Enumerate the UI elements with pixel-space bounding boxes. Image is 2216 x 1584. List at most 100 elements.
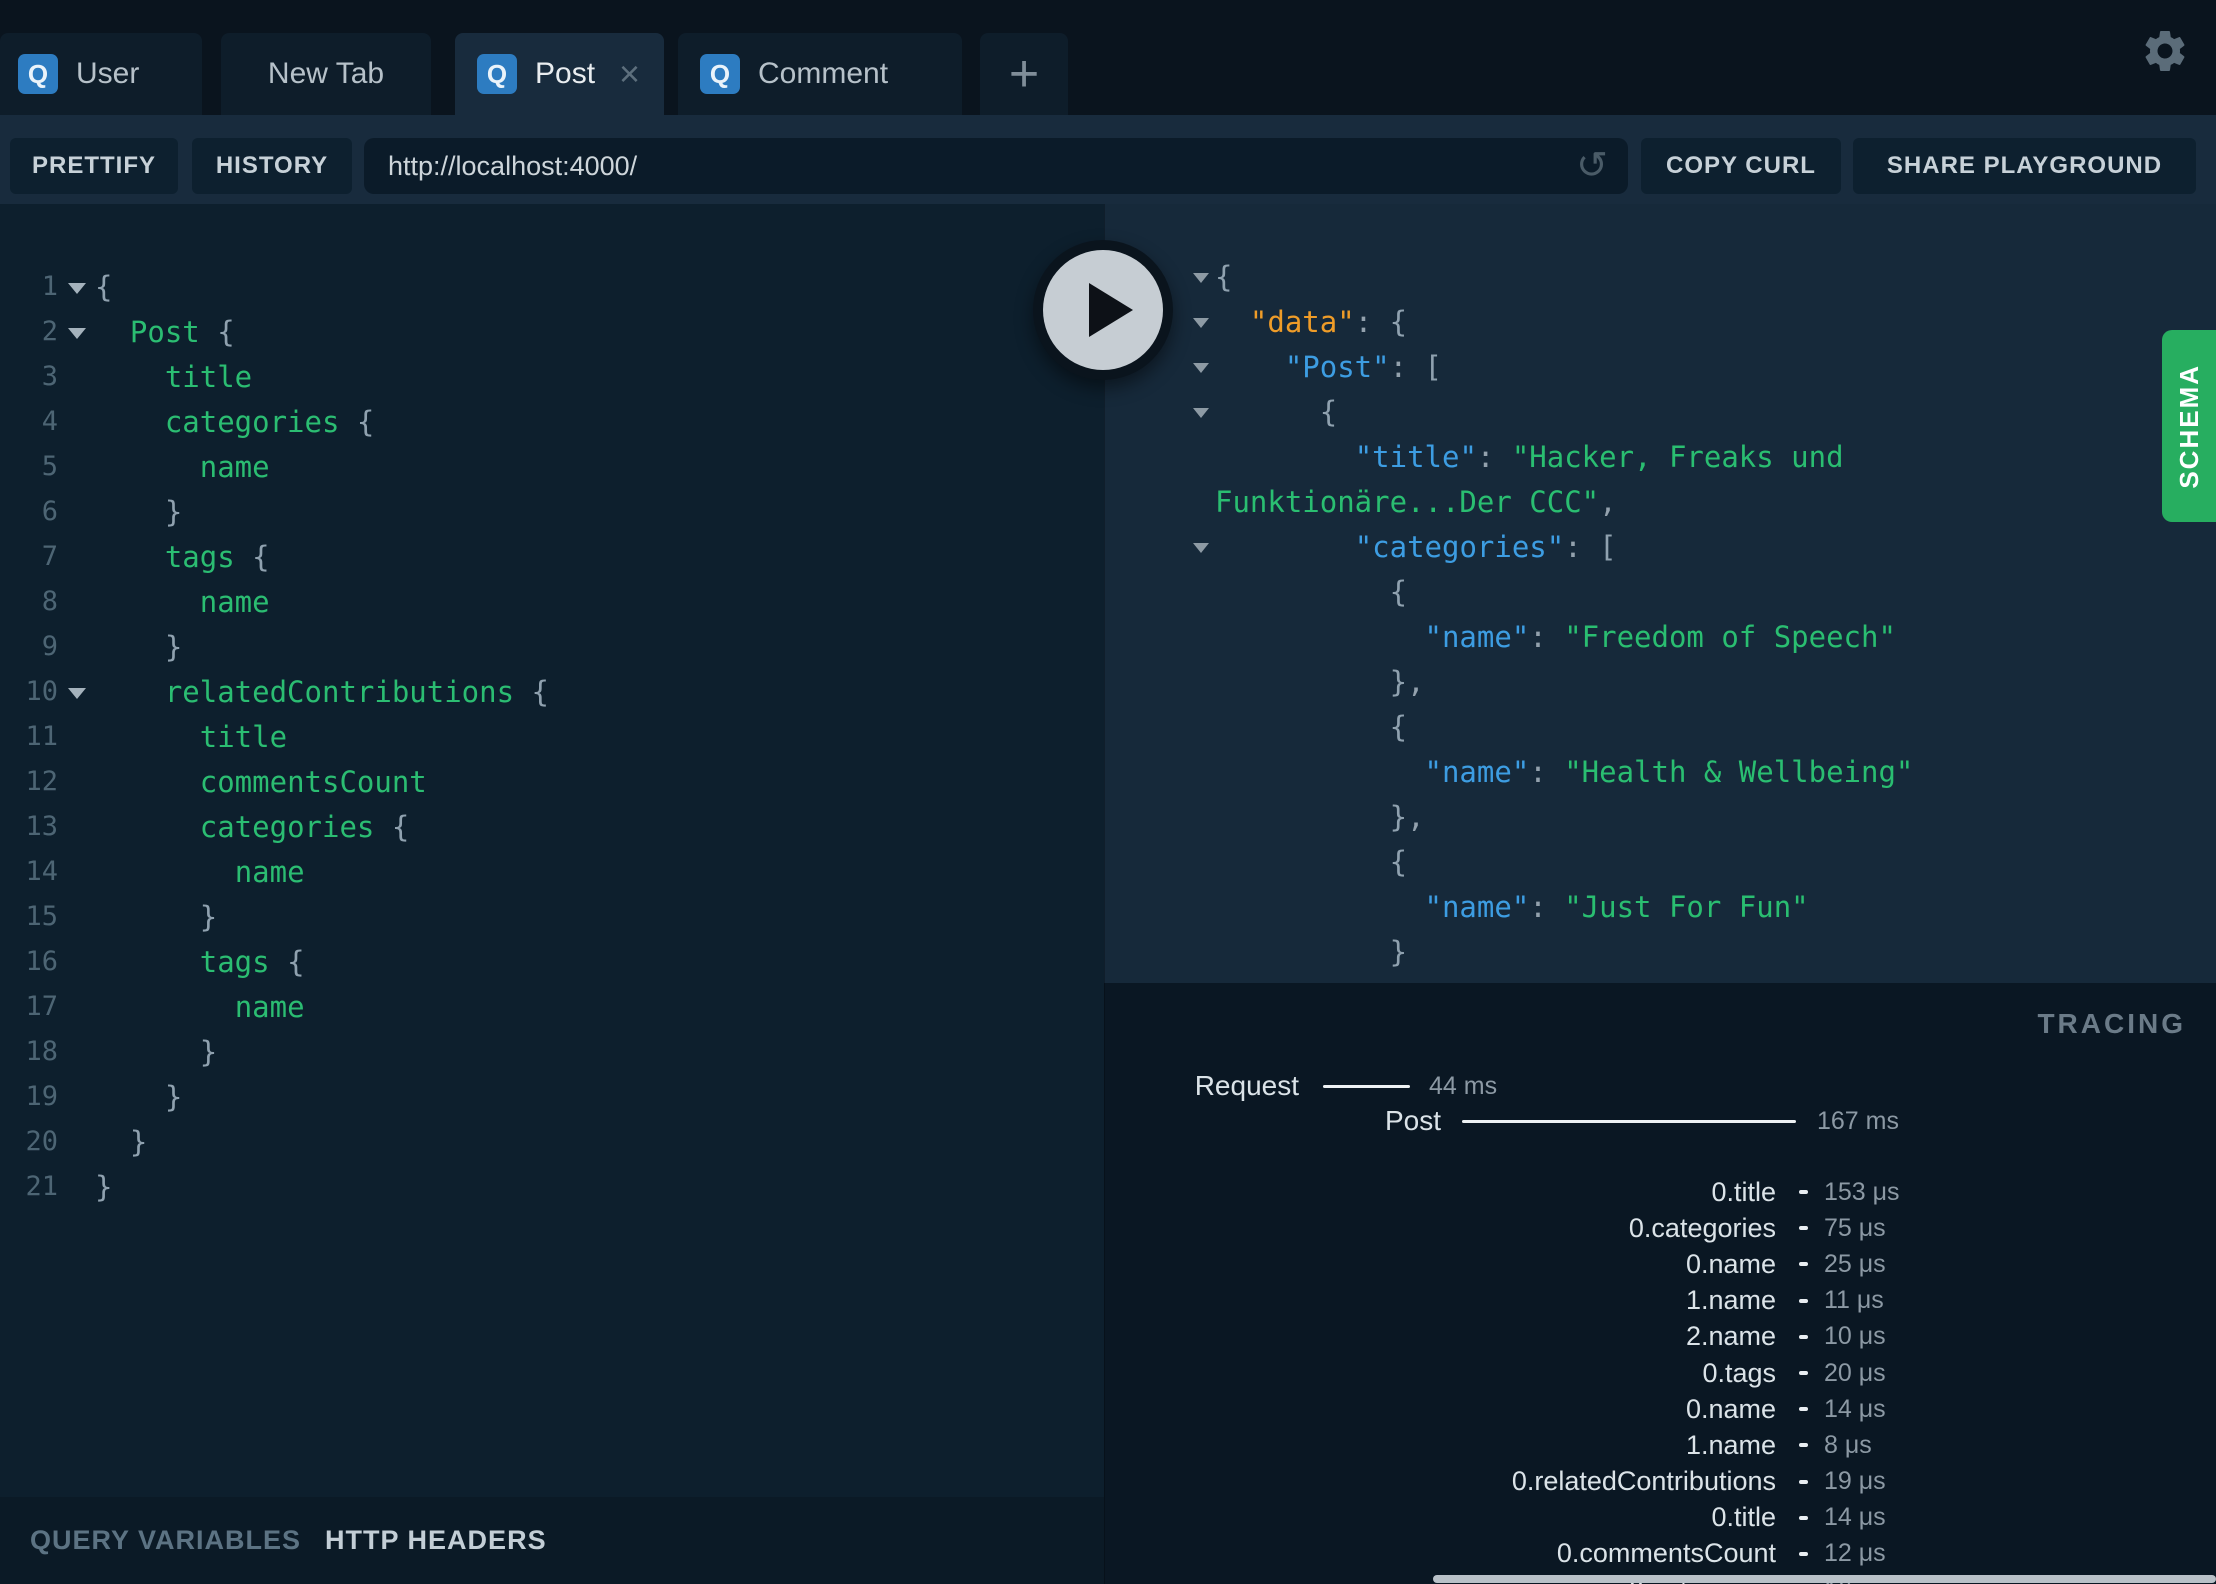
resolver-path: 0.categories: [1628, 1212, 1776, 1243]
editor-footer: QUERY VARIABLES HTTP HEADERS: [0, 1497, 1104, 1584]
code-text: relatedContributions {: [164, 674, 549, 709]
tab-comment[interactable]: Q Comment: [678, 33, 962, 115]
add-tab-button[interactable]: +: [980, 33, 1068, 115]
settings-gear-icon[interactable]: [2140, 26, 2190, 76]
line-number: 8: [41, 586, 58, 617]
query-editor[interactable]: 1{2 Post {3 title 4 categories {5 name 6 }…: [0, 204, 1104, 1497]
query-editor-lines: 1{2 Post {3 title 4 categories {5 name 6 }…: [0, 204, 1104, 1209]
editor-line: 18 }: [0, 1029, 1104, 1074]
fold-arrow-icon[interactable]: [67, 687, 86, 699]
line-number: 17: [25, 991, 58, 1022]
tracing-request-bar: [1323, 1085, 1410, 1088]
response-json-lines: { "data": { "Post": [ { "title": "Hacker…: [1105, 204, 2216, 983]
response-line: "data": {: [1105, 299, 2216, 344]
resolver-duration-bar: [1799, 1262, 1808, 1267]
tracing-resolver-row: 0.commentsCount 12 μs: [1105, 1536, 2216, 1572]
code-text: "Post": [: [1284, 349, 1442, 384]
editor-line: 14 name: [0, 849, 1104, 894]
fold-arrow-icon[interactable]: [1193, 543, 1209, 553]
code-text: commentsCount: [199, 764, 427, 799]
response-line: "categories": [: [1105, 524, 2216, 569]
tracing-resolver-row: 0.categories 75 μs: [1105, 1210, 2216, 1246]
share-playground-button[interactable]: SHARE PLAYGROUND: [1853, 138, 2196, 194]
code-text: name: [199, 584, 270, 619]
resolver-duration: 8 μs: [1824, 1430, 1872, 1459]
code-text: name: [199, 449, 270, 484]
line-number: 13: [25, 811, 58, 842]
tracing-resolver-row: 0.name 25 μs: [1105, 1246, 2216, 1282]
fold-arrow-icon[interactable]: [1193, 363, 1209, 373]
line-number: 9: [41, 631, 58, 662]
resolver-duration: 12 μs: [1824, 1539, 1886, 1568]
prettify-button[interactable]: PRETTIFY: [10, 138, 178, 194]
close-tab-icon[interactable]: ×: [619, 56, 640, 92]
code-text: "data": {: [1249, 304, 1408, 339]
editor-line: 5 name: [0, 444, 1104, 489]
line-number: 19: [25, 1081, 58, 1112]
line-number: 16: [25, 946, 58, 977]
code-text: {: [95, 269, 113, 304]
code-text: }: [1389, 934, 1408, 969]
query-badge-icon: Q: [18, 54, 58, 94]
toolbar: PRETTIFY HISTORY http://localhost:4000/ …: [0, 115, 2216, 204]
code-text: categories {: [164, 404, 375, 439]
tab-label: Post: [535, 57, 596, 90]
line-number: 2: [41, 316, 58, 347]
tab-post-active[interactable]: Q Post ×: [455, 33, 664, 115]
resolver-path: 1.name: [1685, 1285, 1776, 1316]
editor-line: 9 }: [0, 624, 1104, 669]
endpoint-url-input[interactable]: http://localhost:4000/ ↺: [364, 138, 1628, 194]
code-text: tags {: [164, 539, 270, 574]
resolver-duration: 11 μs: [1824, 1286, 1884, 1315]
editor-line: 13 categories {: [0, 804, 1104, 849]
query-variables-toggle[interactable]: QUERY VARIABLES: [30, 1525, 301, 1556]
resolver-duration: 75 μs: [1824, 1213, 1886, 1242]
code-text: {: [1389, 709, 1408, 744]
editor-line: 3 title: [0, 354, 1104, 399]
fold-arrow-icon[interactable]: [67, 327, 86, 339]
line-number: 20: [25, 1126, 58, 1157]
code-text: categories {: [199, 809, 410, 844]
tracing-horizontal-scrollbar[interactable]: [1433, 1575, 2216, 1583]
code-text: Funktionäre...Der CCC",: [1215, 484, 1617, 519]
tab-label: User: [76, 57, 140, 90]
code-text: name: [234, 989, 305, 1024]
resolver-path: 2.name: [1685, 1321, 1776, 1352]
resolver-duration: 25 μs: [1824, 1249, 1886, 1278]
tracing-panel-title: TRACING: [2037, 1008, 2186, 1039]
response-line: },: [1105, 659, 2216, 704]
response-line: "Post": [: [1105, 344, 2216, 389]
code-text: }: [199, 899, 218, 934]
editor-line: 8 name: [0, 579, 1104, 624]
code-text: }: [164, 629, 183, 664]
editor-line: 11 title: [0, 714, 1104, 759]
line-number: 1: [41, 271, 58, 302]
code-text: {: [1389, 574, 1408, 609]
fold-arrow-icon[interactable]: [1193, 408, 1209, 418]
editor-line: 20 }: [0, 1119, 1104, 1164]
code-text: {: [1389, 844, 1408, 879]
tracing-post-label: Post: [1384, 1105, 1441, 1136]
reload-endpoint-icon[interactable]: ↺: [1576, 142, 1608, 190]
line-number: 21: [25, 1171, 58, 1202]
history-button[interactable]: HISTORY: [192, 138, 352, 194]
tab-user[interactable]: Q User: [0, 33, 202, 115]
schema-side-tab[interactable]: SCHEMA: [2162, 330, 2216, 522]
response-line: {: [1105, 839, 2216, 884]
tab-new-tab[interactable]: New Tab: [221, 33, 431, 115]
http-headers-toggle[interactable]: HTTP HEADERS: [325, 1525, 547, 1556]
editor-line: 2 Post {: [0, 309, 1104, 354]
code-text: "title": "Hacker, Freaks und: [1354, 439, 1844, 474]
execute-query-button[interactable]: [1033, 240, 1173, 380]
code-text: }: [164, 1079, 183, 1114]
fold-arrow-icon[interactable]: [67, 282, 86, 294]
code-text: "categories": [: [1354, 529, 1617, 564]
response-line: "name": "Health & Wellbeing": [1105, 749, 2216, 794]
fold-arrow-icon[interactable]: [1193, 273, 1209, 283]
resolver-path: 1.name: [1685, 1429, 1776, 1460]
resolver-duration-bar: [1799, 1407, 1808, 1412]
copy-curl-button[interactable]: COPY CURL: [1641, 138, 1841, 194]
fold-arrow-icon[interactable]: [1193, 318, 1209, 328]
code-text: }: [164, 494, 183, 529]
query-badge-icon: Q: [700, 54, 740, 94]
